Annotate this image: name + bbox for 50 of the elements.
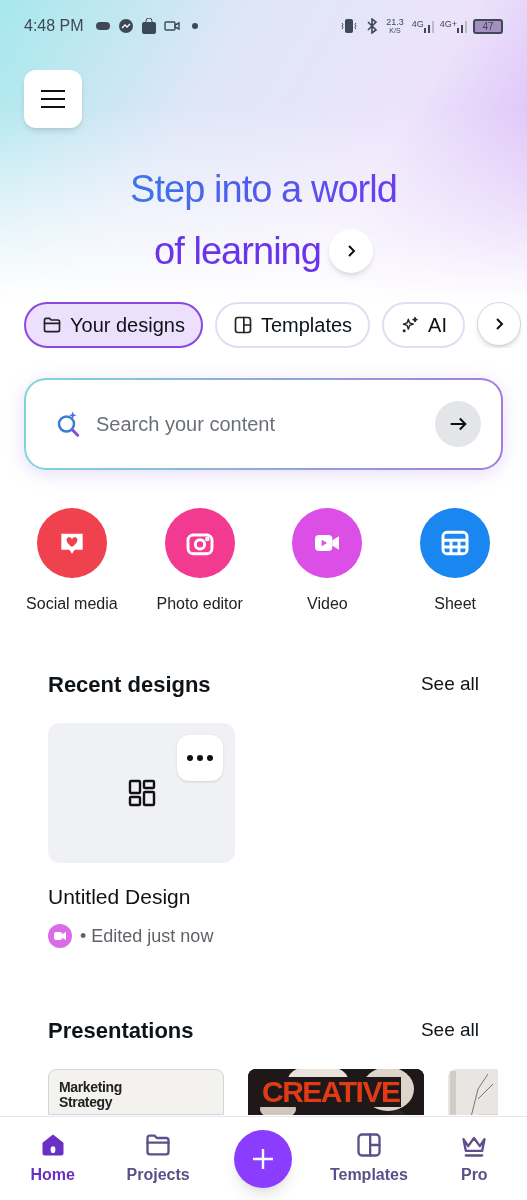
shortcut-button[interactable]: Sheet <box>391 508 519 616</box>
shortcut-button[interactable]: Social media <box>8 508 136 616</box>
filter-chip[interactable]: AI <box>382 302 465 348</box>
shortcut-button[interactable]: Video <box>263 508 392 616</box>
layout-icon <box>232 315 253 335</box>
see-all-link[interactable]: See all <box>420 670 479 699</box>
messenger-icon <box>117 18 134 34</box>
design-meta: • Edited just now <box>80 924 214 948</box>
presentation-thumbnail[interactable]: CREATIVE <box>248 1068 424 1115</box>
shopping-bag-icon <box>141 18 156 34</box>
thumbnail-text: Marketing <box>59 1079 123 1095</box>
bluetooth-icon <box>366 18 379 34</box>
nav-tab[interactable]: Home <box>0 1130 106 1187</box>
network-type: 4G <box>411 18 424 31</box>
thumbnail-text: Strategy <box>59 1094 113 1110</box>
shortcut-button[interactable]: Photo editor <box>135 508 264 616</box>
nav-tab[interactable]: Pro <box>421 1130 527 1187</box>
plus-icon <box>251 1146 276 1171</box>
signal-icon <box>457 19 469 33</box>
see-all-link[interactable]: See all <box>420 1015 479 1045</box>
video-camera-icon <box>163 20 180 32</box>
more-options-button[interactable] <box>177 735 223 781</box>
more-icon <box>187 755 213 761</box>
filter-chip[interactable]: Your designs <box>24 302 203 348</box>
create-button[interactable] <box>234 1129 293 1188</box>
submit-button[interactable] <box>435 401 481 447</box>
filter-chip[interactable]: Templates <box>214 302 371 348</box>
nav-tab[interactable]: Templates <box>316 1130 422 1187</box>
menu-icon <box>40 89 66 109</box>
folder-icon <box>42 315 62 335</box>
layout-icon <box>354 1130 383 1159</box>
video-badge-icon <box>48 924 72 948</box>
sparkle-icon <box>400 315 421 335</box>
design-thumbnail[interactable] <box>48 723 235 863</box>
grid-layout-icon <box>127 779 156 807</box>
search-bar[interactable]: Search your content <box>24 378 503 470</box>
battery-indicator: 47 <box>473 18 503 34</box>
section-title: Recent designs <box>48 671 211 699</box>
design-title: Untitled Design <box>48 884 192 910</box>
vibrate-icon <box>340 18 359 34</box>
headline: of learning <box>154 229 321 274</box>
network-type: 4G+ <box>439 18 457 31</box>
signal-icon <box>423 19 436 33</box>
thumbnail-text: CREATIVE <box>260 1076 402 1107</box>
network-speed: 21.3 <box>386 18 404 27</box>
section-title: Presentations <box>48 1016 194 1045</box>
menu-button[interactable] <box>24 70 82 128</box>
nav-tab[interactable]: Projects <box>105 1130 211 1187</box>
presentation-thumbnail[interactable]: Marketing Strategy <box>48 1068 224 1115</box>
status-time: 4:48 PM <box>24 16 84 36</box>
